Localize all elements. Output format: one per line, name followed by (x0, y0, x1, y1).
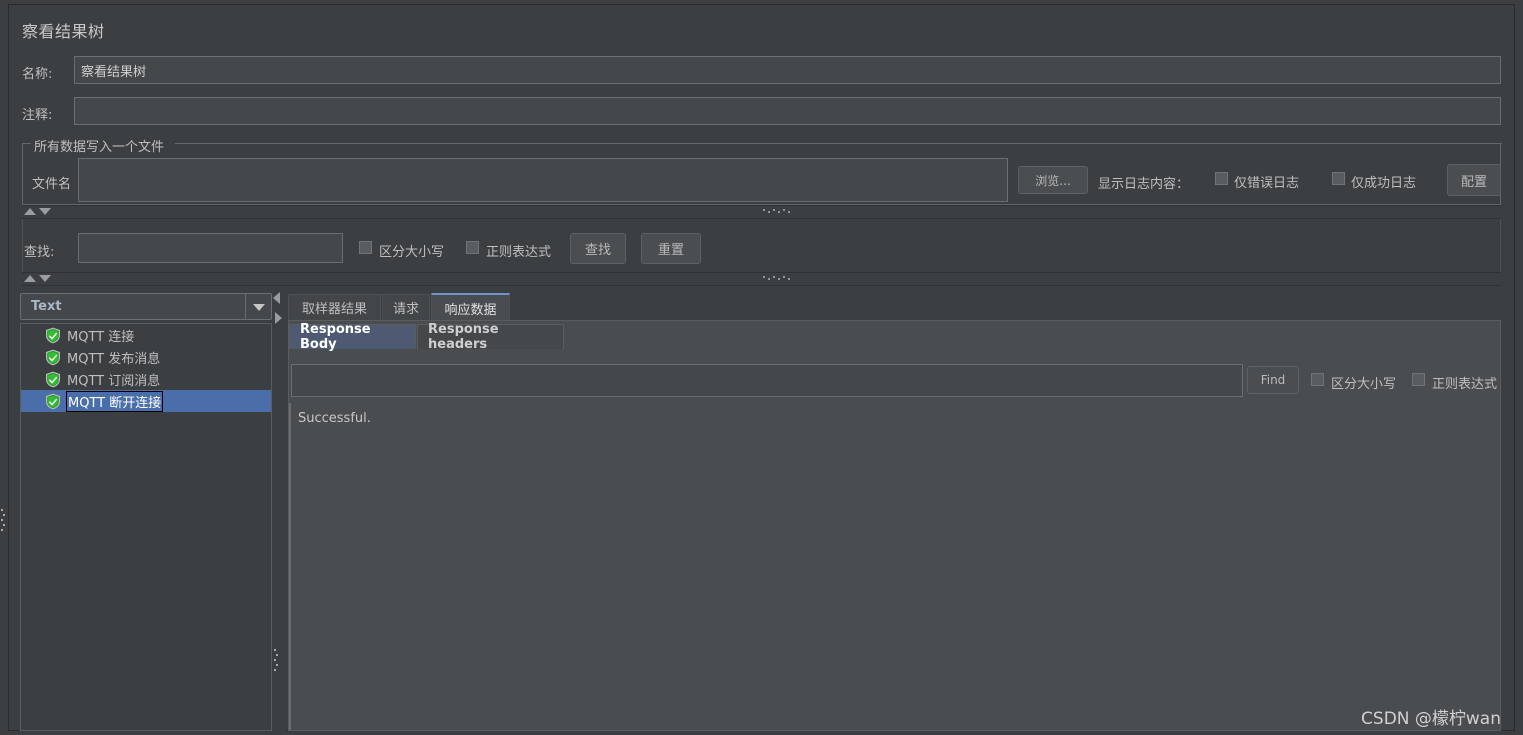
shield-success-icon (45, 393, 61, 410)
group-border-left (23, 143, 31, 144)
response-regex-label: 正则表达式 (1432, 377, 1498, 392)
group-border-right (175, 143, 1502, 144)
tree-item-label: MQTT 订阅消息 (67, 373, 161, 389)
tab-request[interactable]: 请求 (382, 294, 430, 320)
success-only-label: 仅成功日志 (1351, 176, 1417, 191)
collapse-up-icon[interactable] (24, 275, 36, 282)
tree-item[interactable]: MQTT 连接 (21, 324, 271, 346)
tree-item-label: MQTT 断开连接 (65, 390, 164, 412)
write-all-data-group-title: 所有数据写入一个文件 (31, 136, 168, 155)
subtab-response-body[interactable]: Response Body (289, 322, 416, 352)
search-find-button[interactable]: 查找 (570, 233, 626, 264)
search-input[interactable] (78, 233, 343, 263)
config-button[interactable]: 配置 (1447, 164, 1501, 196)
filename-input[interactable] (78, 158, 1008, 202)
comment-label: 注释: (22, 108, 53, 123)
search-reset-button[interactable]: 重置 (641, 233, 701, 264)
renderer-dropdown-value: Text (31, 299, 62, 314)
splitter-line (22, 272, 1501, 273)
subtab-response-headers[interactable]: Response headers (417, 322, 564, 352)
csdn-watermark: CSDN @檬柠wan (1361, 709, 1501, 729)
error-only-checkbox[interactable] (1215, 172, 1228, 185)
splitter-top[interactable] (22, 205, 1501, 219)
tree-item[interactable]: MQTT 断开连接 (21, 390, 271, 412)
renderer-dropdown[interactable]: Text (20, 293, 272, 320)
tab-sampler-result[interactable]: 取样器结果 (288, 294, 381, 320)
search-regex-label: 正则表达式 (486, 245, 552, 260)
splitter-middle[interactable] (22, 272, 1501, 286)
search-label: 查找: (24, 245, 55, 260)
jmeter-view-results-tree-window: 察看结果树 名称: 注释: 所有数据写入一个文件 文件名 浏览... 显示日志内… (0, 0, 1523, 735)
page-title: 察看结果树 (22, 22, 105, 41)
collapse-right-icon[interactable] (275, 312, 282, 324)
collapse-left-icon[interactable] (273, 292, 280, 304)
response-regex-checkbox[interactable] (1412, 373, 1425, 386)
collapse-down-icon[interactable] (39, 275, 51, 282)
tree-item-label: MQTT 连接 (67, 329, 135, 345)
collapse-down-icon[interactable] (39, 208, 51, 215)
window-edge-grip[interactable] (1, 508, 6, 538)
log-content-label: 显示日志内容： (1098, 177, 1190, 192)
search-case-sensitive-label: 区分大小写 (379, 245, 445, 260)
response-body-search-input[interactable] (291, 364, 1243, 397)
name-label: 名称: (22, 67, 53, 82)
chevron-down-glyph (253, 304, 265, 311)
browse-button[interactable]: 浏览... (1018, 166, 1088, 194)
response-case-sensitive-checkbox[interactable] (1311, 373, 1324, 386)
tree-item-label: MQTT 发布消息 (67, 351, 161, 367)
shield-success-icon (45, 349, 61, 366)
splitter-line (22, 205, 1501, 206)
splitter-grip[interactable] (762, 209, 796, 214)
success-only-checkbox[interactable] (1332, 172, 1345, 185)
tree-splitter-grip[interactable] (274, 648, 279, 678)
comment-input[interactable] (74, 97, 1501, 125)
splitter-grip[interactable] (762, 276, 796, 281)
chevron-down-icon[interactable] (245, 294, 271, 319)
response-body-find-button[interactable]: Find (1247, 366, 1299, 394)
collapse-up-icon[interactable] (24, 208, 36, 215)
result-tabs: 取样器结果 请求 响应数据 (288, 293, 1501, 321)
name-input[interactable] (74, 56, 1501, 84)
tree-item[interactable]: MQTT 订阅消息 (21, 368, 271, 390)
error-only-label: 仅错误日志 (1234, 176, 1300, 191)
response-body-text: Successful. (289, 403, 1500, 730)
search-regex-checkbox[interactable] (466, 241, 479, 254)
filename-label: 文件名 (32, 177, 72, 192)
search-case-sensitive-checkbox[interactable] (359, 241, 372, 254)
response-case-sensitive-label: 区分大小写 (1331, 377, 1397, 392)
tab-response-data[interactable]: 响应数据 (431, 293, 510, 321)
shield-success-icon (45, 371, 61, 388)
shield-success-icon (45, 327, 61, 344)
results-tree[interactable]: MQTT 连接 MQTT 发布消息 MQTT 订阅消息 MQTT 断开连接 (20, 323, 272, 731)
splitter-line (22, 285, 1501, 286)
tree-item[interactable]: MQTT 发布消息 (21, 346, 271, 368)
